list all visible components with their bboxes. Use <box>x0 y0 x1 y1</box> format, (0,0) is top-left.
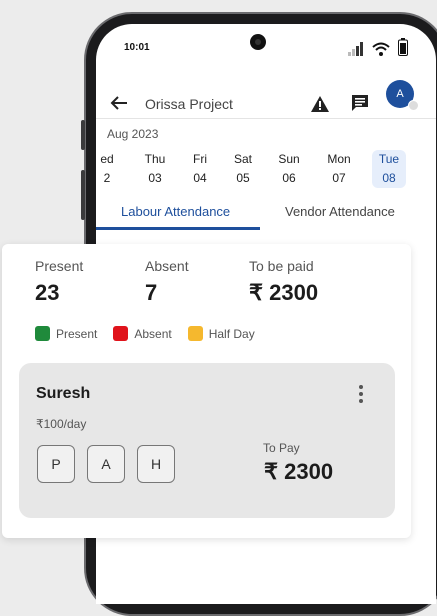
worker-card: Suresh ₹100/day P A H To Pay ₹ 2300 <box>19 363 395 518</box>
worker-name: Suresh <box>36 385 91 402</box>
attendance-tabs: Labour Attendance Vendor Attendance <box>96 200 436 232</box>
warning-icon[interactable] <box>310 94 330 114</box>
date-item[interactable]: Sat 05 <box>226 150 260 188</box>
absent-button[interactable]: A <box>87 445 125 483</box>
worker-rate: ₹100/day <box>36 417 87 431</box>
present-stat: Present 23 <box>35 258 83 306</box>
app-bar: Orissa Project <box>96 82 436 126</box>
to-be-paid-stat: To be paid ₹ 2300 <box>249 258 318 306</box>
absent-label: Absent <box>145 258 189 274</box>
date-item[interactable]: ed 2 <box>96 150 124 188</box>
wifi-icon <box>372 42 390 56</box>
legend-absent: Absent <box>113 326 172 341</box>
divider <box>96 118 436 119</box>
phone-side-button <box>81 170 85 220</box>
day-number: 03 <box>148 171 162 185</box>
date-item-selected[interactable]: Tue 08 <box>372 150 406 188</box>
status-legend: Present Absent Half Day <box>35 326 271 341</box>
date-item[interactable]: Mon 07 <box>322 150 356 188</box>
day-number: 07 <box>332 171 346 185</box>
signal-icon <box>348 42 363 56</box>
half-day-swatch <box>187 326 203 341</box>
page-title: Orissa Project <box>145 96 233 112</box>
date-item[interactable]: Thu 03 <box>138 150 172 188</box>
status-icons <box>348 38 408 56</box>
to-be-paid-label: To be paid <box>249 258 314 274</box>
legend-half-day: Half Day <box>187 326 255 341</box>
absent-stat: Absent 7 <box>145 258 189 306</box>
status-time: 10:01 <box>124 42 150 53</box>
battery-icon <box>398 38 408 56</box>
legend-present: Present <box>35 326 97 341</box>
half-day-button[interactable]: H <box>137 445 175 483</box>
legend-label: Half Day <box>208 326 255 341</box>
month-label: Aug 2023 <box>107 127 159 141</box>
date-strip: ed 2 Thu 03 Fri 04 Sat 05 Sun 06 Mon 07 Tue 08 <box>96 150 436 194</box>
front-camera <box>250 34 266 50</box>
absent-count: 7 <box>145 280 158 305</box>
tab-labour-attendance[interactable]: Labour Attendance <box>121 204 230 219</box>
day-number: 04 <box>193 171 207 185</box>
present-label: Present <box>35 258 84 274</box>
present-count: 23 <box>35 280 60 305</box>
day-name: Tue <box>378 152 400 166</box>
date-item[interactable]: Sun 06 <box>272 150 306 188</box>
day-name: Sun <box>278 152 300 166</box>
legend-label: Present <box>56 326 98 341</box>
tab-vendor-attendance[interactable]: Vendor Attendance <box>285 204 395 219</box>
active-tab-indicator <box>96 227 260 230</box>
day-number: 2 <box>103 171 111 185</box>
phone-side-button <box>81 120 85 150</box>
present-swatch <box>35 326 50 341</box>
legend-label: Absent <box>134 326 172 341</box>
day-name: Thu <box>144 152 166 166</box>
present-button[interactable]: P <box>37 445 75 483</box>
arrow-left-icon[interactable] <box>108 92 130 114</box>
absent-swatch <box>113 326 129 341</box>
date-item[interactable]: Fri 04 <box>183 150 217 188</box>
day-number: 06 <box>282 171 296 185</box>
chat-icon[interactable] <box>350 93 370 113</box>
to-pay-amount: ₹ 2300 <box>264 459 334 484</box>
day-number: 08 <box>382 171 396 185</box>
day-name: Sat <box>233 152 252 166</box>
to-pay-label: To Pay <box>263 441 300 455</box>
day-name: ed <box>100 152 114 166</box>
to-be-paid-amount: ₹ 2300 <box>249 280 319 305</box>
day-number: 05 <box>236 171 250 185</box>
avatar-badge <box>408 100 419 111</box>
day-name: Mon <box>327 152 351 166</box>
more-vertical-icon[interactable] <box>355 383 367 405</box>
day-name: Fri <box>193 152 207 166</box>
attendance-summary-card: Present 23 Absent 7 To be paid ₹ 2300 Pr… <box>2 244 411 538</box>
